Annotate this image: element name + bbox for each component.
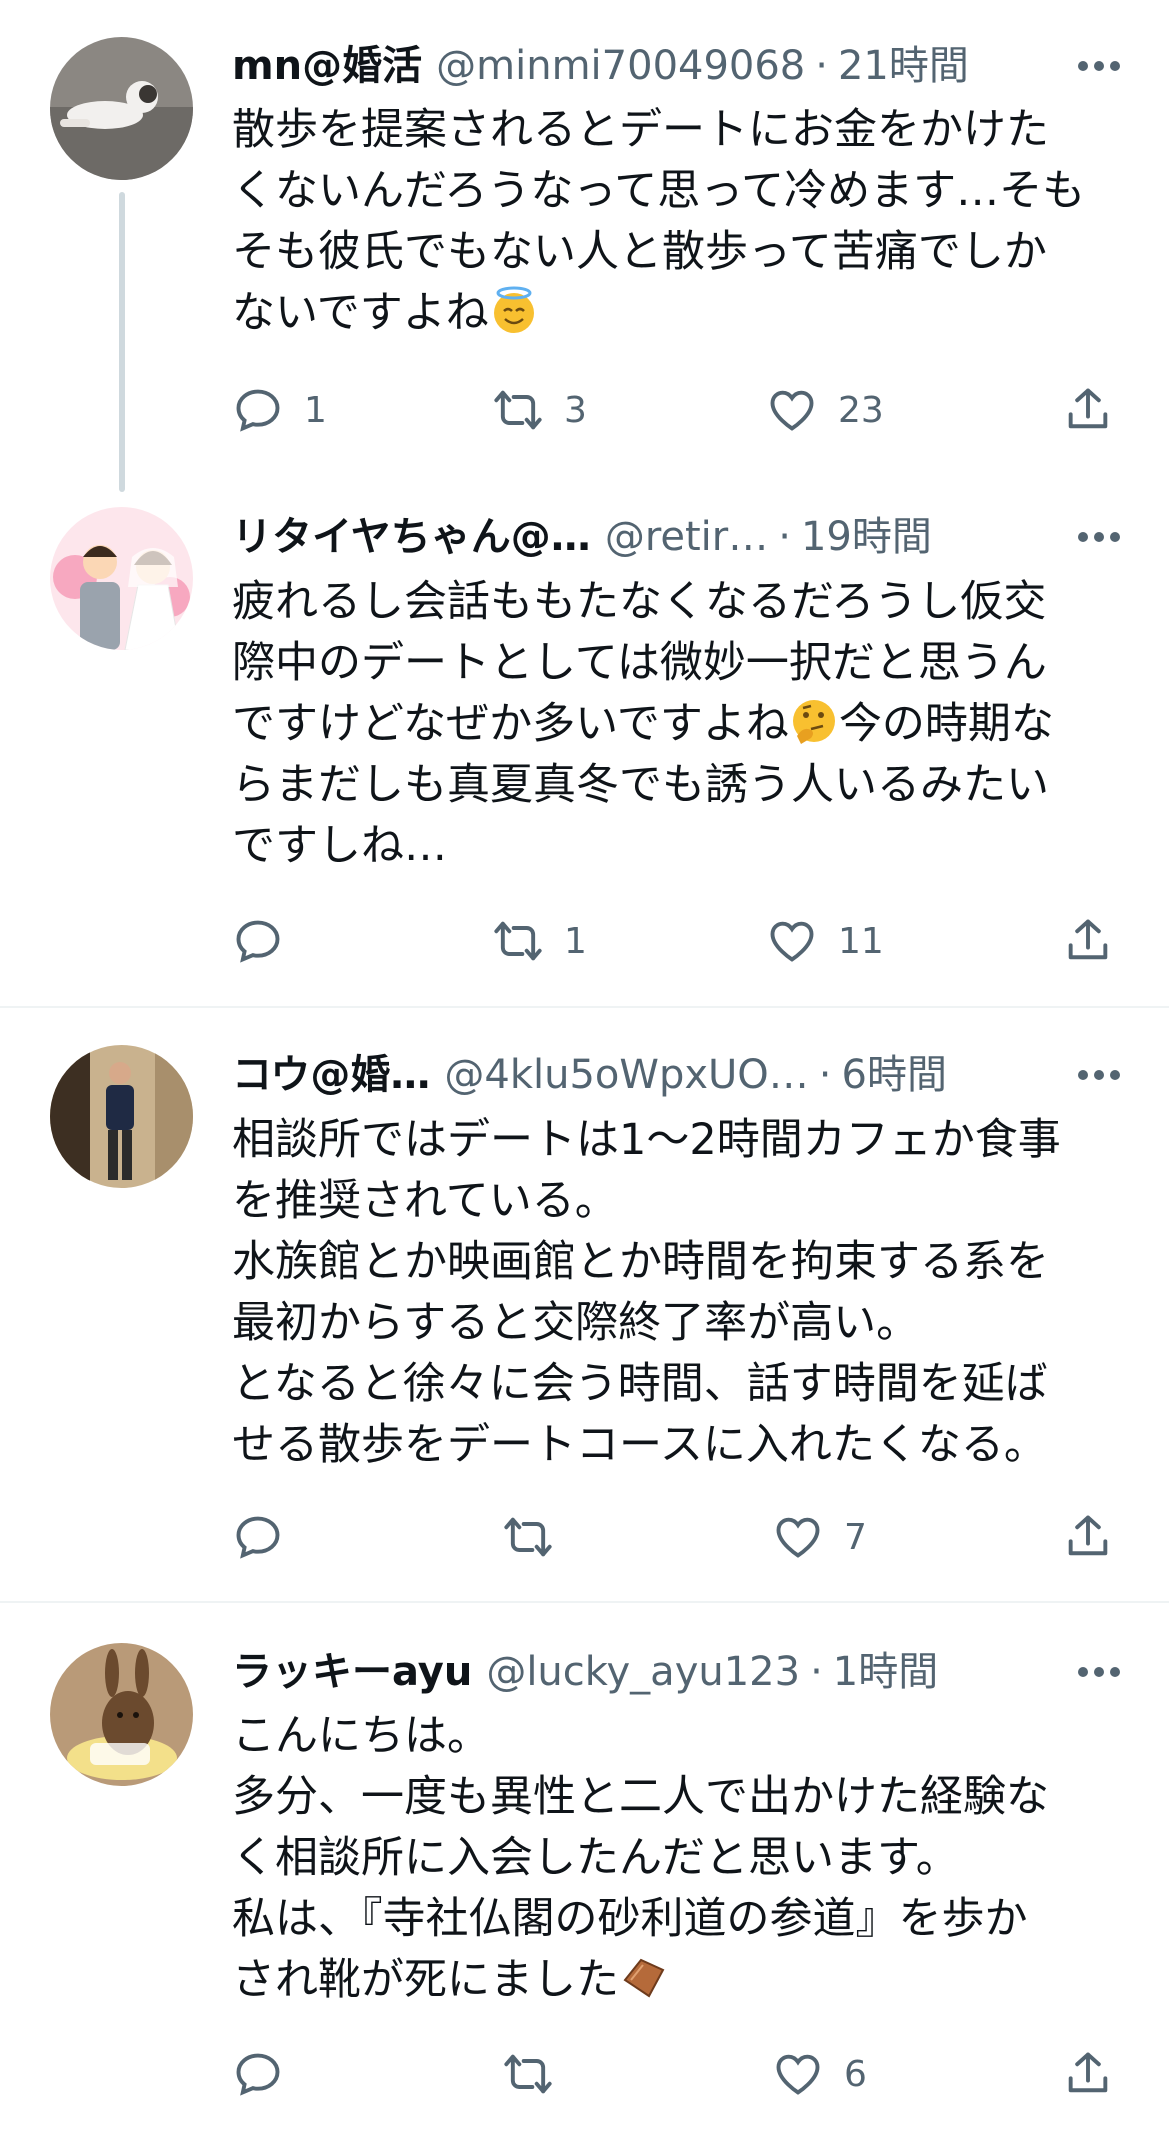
display-name[interactable]: mn@婚活 — [232, 36, 422, 96]
handle[interactable]: @4klu5oWpxUO… — [444, 1045, 808, 1105]
heart-icon — [776, 2054, 820, 2095]
tweet-actions: 6 — [0, 2034, 1169, 2114]
more-options-button[interactable] — [1069, 36, 1129, 96]
more-options-button[interactable] — [1069, 1642, 1129, 1702]
tweet-actions: 7 — [0, 1497, 1169, 1577]
share-button[interactable] — [1062, 2034, 1114, 2114]
more-dots-icon — [1078, 532, 1120, 542]
tweet-text: 散歩を提案されるとデートにお金をかけた くないんだろうなって思って冷めます…そも… — [232, 100, 1132, 344]
like-button[interactable]: 7 — [772, 1497, 867, 1577]
share-icon — [1068, 2052, 1108, 2093]
smiling-face-with-halo-icon — [489, 285, 539, 335]
display-name[interactable]: ラッキーayu — [232, 1642, 472, 1702]
share-button[interactable] — [1062, 901, 1114, 981]
more-options-button[interactable] — [1069, 1045, 1129, 1105]
share-icon — [1068, 1515, 1108, 1556]
reply-icon — [236, 1516, 280, 1559]
retweet-icon — [504, 2054, 552, 2094]
handle[interactable]: @retir… — [605, 507, 768, 567]
display-name[interactable]: コウ@婚… — [232, 1045, 430, 1105]
handle[interactable]: @minmi70049068 — [436, 36, 805, 96]
retweet-icon — [494, 390, 542, 430]
tweet-text-part: 散歩を提案されるとデートにお金をかけた くないんだろうなって思って冷めます…そも… — [232, 105, 1086, 338]
separator-dot: · — [818, 1052, 832, 1098]
like-count: 11 — [838, 920, 884, 962]
tweet-header: ラッキーayu @lucky_ayu123 · 1時間 — [232, 1642, 1129, 1702]
display-name[interactable]: リタイヤちゃん@… — [232, 507, 591, 567]
share-icon — [1068, 919, 1108, 960]
separator-dot: · — [778, 514, 791, 560]
tweet-text-part: 相談所ではデートは1〜2時間カフェか食事 を推奨されている。 水族館とか映画館と… — [232, 1115, 1061, 1470]
retweet-button[interactable]: 1 — [492, 901, 587, 981]
tweet-header: mn@婚活 @minmi70049068 · 21時間 — [232, 36, 1129, 96]
heart-icon — [770, 921, 814, 962]
retweet-count: 3 — [564, 389, 587, 431]
tweet-text: 相談所ではデートは1〜2時間カフェか食事 を推奨されている。 水族館とか映画館と… — [232, 1110, 1132, 1476]
handle[interactable]: @lucky_ayu123 — [486, 1642, 800, 1702]
reply-button[interactable] — [232, 901, 304, 981]
tweet-header: コウ@婚… @4klu5oWpxUO… · 6時間 — [232, 1045, 1129, 1105]
timestamp[interactable]: 6時間 — [842, 1045, 947, 1105]
like-button[interactable]: 11 — [766, 901, 884, 981]
separator-dot: · — [810, 1649, 823, 1695]
reply-count: 1 — [304, 389, 327, 431]
avatar[interactable] — [50, 507, 193, 650]
like-button[interactable]: 23 — [766, 370, 884, 450]
tweet-actions: 1 3 23 — [0, 370, 1169, 450]
more-dots-icon — [1078, 1070, 1120, 1080]
heart-icon — [776, 1517, 820, 1558]
avatar[interactable] — [50, 1045, 193, 1188]
avatar[interactable] — [50, 1643, 193, 1786]
retweet-icon — [494, 921, 542, 961]
retweet-button[interactable]: 3 — [492, 370, 587, 450]
timestamp[interactable]: 21時間 — [838, 36, 969, 96]
reply-icon — [236, 920, 280, 963]
timestamp[interactable]: 19時間 — [801, 507, 932, 567]
reply-button[interactable]: 1 — [232, 370, 327, 450]
share-icon — [1068, 388, 1108, 429]
retweet-icon — [504, 1517, 552, 1557]
tweet-text: 疲れるし会話ももたなくなるだろうし仮交 際中のデートとしては微妙一択だと思うん … — [232, 572, 1132, 877]
tweet-separator — [0, 1601, 1169, 1603]
coffin-icon — [619, 1952, 669, 2002]
retweet-count: 1 — [564, 920, 587, 962]
tweet-header: リタイヤちゃん@… @retir… · 19時間 — [232, 507, 1129, 567]
timestamp[interactable]: 1時間 — [833, 1642, 938, 1702]
like-count: 7 — [844, 1516, 867, 1558]
reply-button[interactable] — [232, 1497, 304, 1577]
more-dots-icon — [1078, 61, 1120, 71]
share-button[interactable] — [1062, 370, 1114, 450]
thinking-face-icon — [789, 696, 839, 746]
retweet-button[interactable] — [502, 2034, 574, 2114]
avatar[interactable] — [50, 37, 193, 180]
tweet-actions: 1 11 — [0, 901, 1169, 981]
like-count: 6 — [844, 2053, 867, 2095]
reply-icon — [236, 2053, 280, 2096]
more-options-button[interactable] — [1069, 507, 1129, 567]
tweet-separator — [0, 1006, 1169, 1008]
reply-icon — [236, 389, 280, 432]
retweet-button[interactable] — [502, 1497, 574, 1577]
heart-icon — [770, 390, 814, 431]
separator-dot: · — [815, 43, 828, 89]
like-button[interactable]: 6 — [772, 2034, 867, 2114]
tweet-text: こんにちは。 多分、一度も異性と二人で出かけた経験な く相談所に入会したんだと思… — [232, 1706, 1132, 2011]
more-dots-icon — [1078, 1667, 1120, 1677]
reply-button[interactable] — [232, 2034, 304, 2114]
share-button[interactable] — [1062, 1497, 1114, 1577]
like-count: 23 — [838, 389, 884, 431]
